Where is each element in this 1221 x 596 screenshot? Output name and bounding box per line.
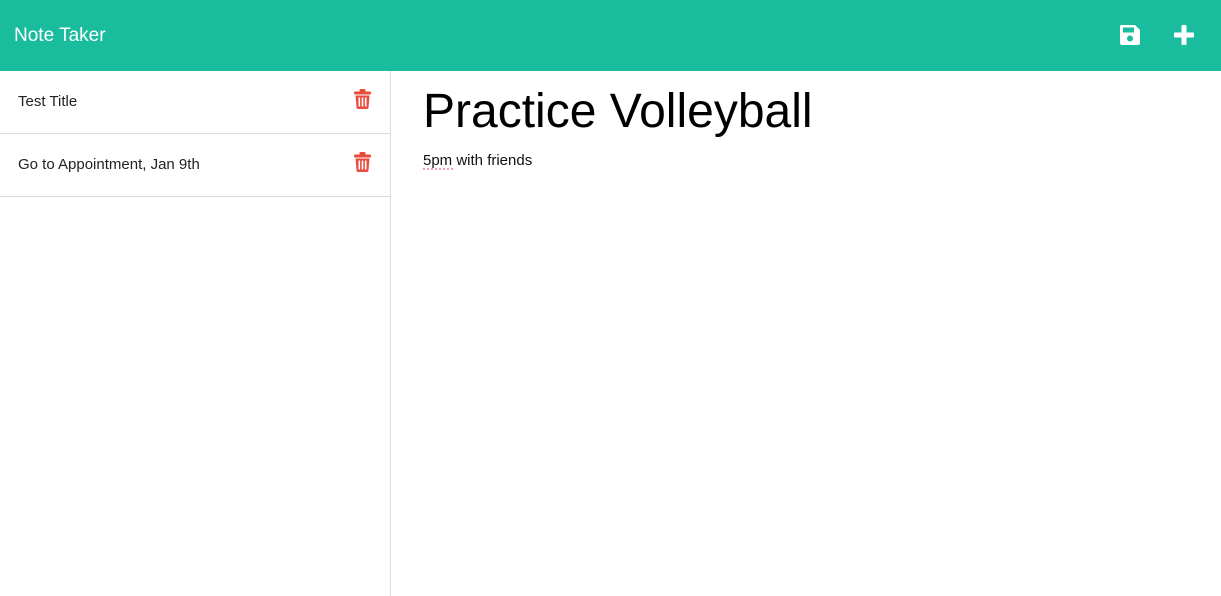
note-list-item-title: Go to Appointment, Jan 9th [18, 156, 200, 173]
brand-link[interactable]: Note Taker [14, 24, 106, 48]
trash-icon[interactable] [354, 152, 371, 172]
trash-icon[interactable] [354, 89, 371, 109]
note-list-item-title: Test Title [18, 93, 78, 110]
note-list-item[interactable]: Test Title [0, 71, 390, 134]
new-note-icon[interactable] [1172, 23, 1196, 47]
save-note-icon[interactable] [1118, 23, 1142, 47]
note-title-input[interactable] [423, 81, 1183, 141]
note-text-area[interactable]: 5pm with friends [423, 151, 1183, 571]
navbar: Note Taker [0, 0, 1221, 71]
spellcheck-underline [423, 168, 453, 170]
notes-sidebar: Test Title Go to Appointment, Jan 9th [0, 71, 391, 596]
note-list-item[interactable]: Go to Appointment, Jan 9th [0, 134, 390, 197]
note-editor: 5pm with friends [391, 71, 1221, 596]
plus-icon [1174, 25, 1194, 45]
floppy-disk-icon [1120, 25, 1140, 45]
